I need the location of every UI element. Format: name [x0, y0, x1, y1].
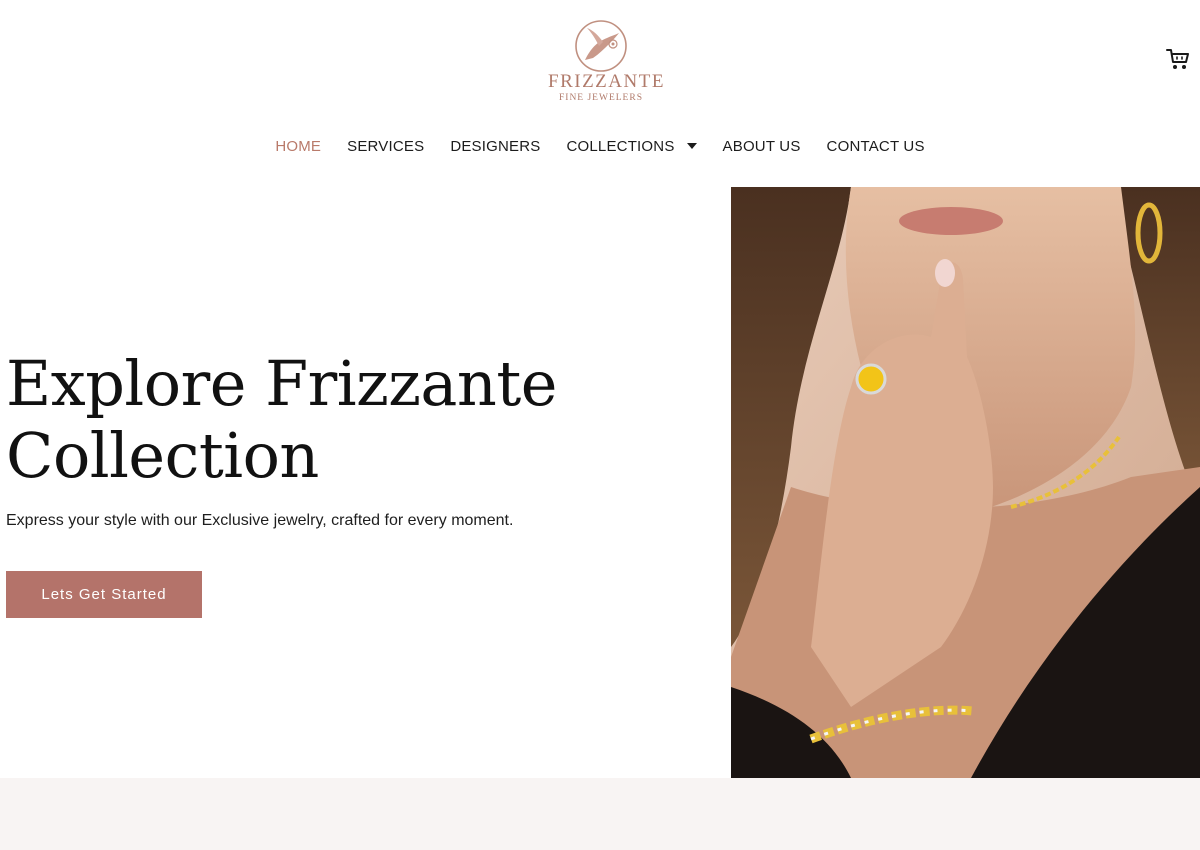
nav-item-label: ABOUT US [722, 137, 801, 155]
brand-logo[interactable]: FRIZZANTE FINE JEWELERS [548, 18, 665, 108]
hero-title-line-2: Collection [6, 419, 319, 492]
hero-title: Explore Frizzante Collection [6, 348, 706, 492]
nav-item-designers[interactable]: DESIGNERS [437, 138, 553, 155]
nav-item-about-us[interactable]: ABOUT US [710, 138, 814, 155]
hero-image [731, 187, 1200, 778]
next-section-background [0, 778, 1200, 850]
nav-item-label: CONTACT US [826, 137, 925, 155]
hero-subtitle: Express your style with our Exclusive je… [6, 512, 514, 529]
nav-item-label: COLLECTIONS [566, 137, 675, 155]
nav-item-label: SERVICES [347, 137, 425, 155]
get-started-button[interactable]: Lets Get Started [6, 571, 202, 618]
nav-item-collections[interactable]: COLLECTIONS [553, 138, 709, 155]
nav-item-label: HOME [275, 137, 322, 155]
nav-item-services[interactable]: SERVICES [334, 138, 437, 155]
brand-name: FRIZZANTE [548, 71, 665, 92]
caret-down-icon [686, 143, 697, 149]
shopping-cart-icon [1166, 49, 1189, 69]
main-navigation: HOME SERVICES DESIGNERS COLLECTIONS ABOU… [0, 130, 1200, 162]
nav-item-contact-us[interactable]: CONTACT US [814, 138, 938, 155]
cart-button[interactable] [1165, 46, 1191, 72]
nav-item-home[interactable]: HOME [262, 138, 334, 155]
hummingbird-icon [575, 20, 627, 72]
hero-title-line-1: Explore Frizzante [6, 347, 557, 420]
nav-item-label: DESIGNERS [450, 137, 541, 155]
brand-tagline: FINE JEWELERS [559, 93, 643, 103]
